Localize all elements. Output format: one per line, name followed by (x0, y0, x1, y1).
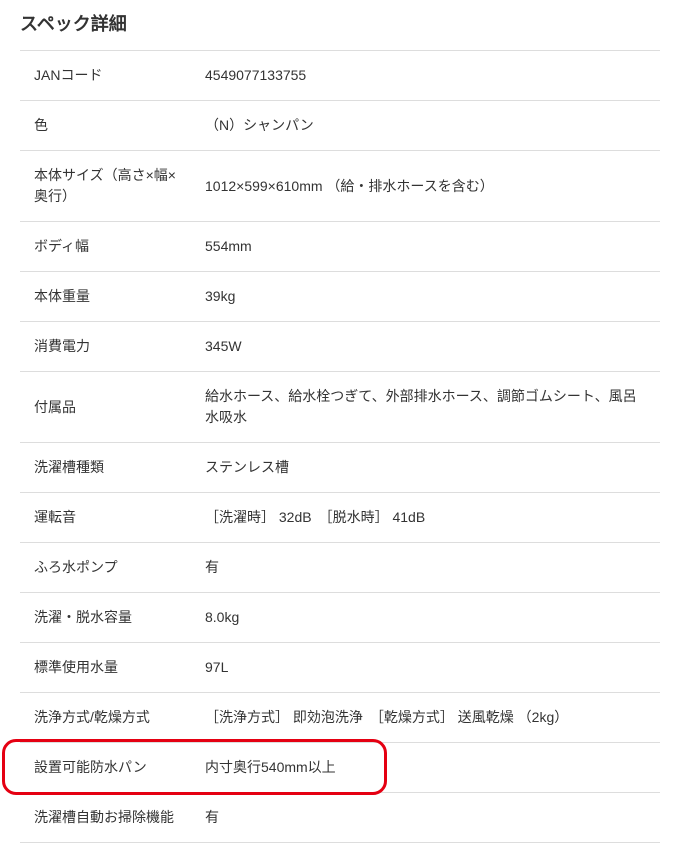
spec-label: 洗浄方式/乾燥方式 (20, 693, 195, 743)
spec-value: 有 (195, 543, 660, 593)
table-row: 洗濯槽自動お掃除機能有 (20, 793, 660, 843)
table-row: 消費電力345W (20, 322, 660, 372)
table-row: 運転音［洗濯時］ 32dB ［脱水時］ 41dB (20, 493, 660, 543)
spec-value: 給水ホース、給水栓つぎて、外部排水ホース、調節ゴムシート、風呂水吸水 (195, 372, 660, 443)
spec-value: 8.0kg (195, 593, 660, 643)
spec-label: 運転音 (20, 493, 195, 543)
spec-table: JANコード4549077133755色（N）シャンパン本体サイズ（高さ×幅×奥… (20, 50, 660, 843)
spec-value: 有 (195, 793, 660, 843)
table-row: 洗濯・脱水容量8.0kg (20, 593, 660, 643)
table-row: JANコード4549077133755 (20, 51, 660, 101)
spec-value: 554mm (195, 222, 660, 272)
spec-value: 39kg (195, 272, 660, 322)
spec-value: 4549077133755 (195, 51, 660, 101)
table-row: ボディ幅554mm (20, 222, 660, 272)
spec-label: ふろ水ポンプ (20, 543, 195, 593)
spec-value: ［洗濯時］ 32dB ［脱水時］ 41dB (195, 493, 660, 543)
spec-value: 内寸奥行540mm以上 (195, 743, 660, 793)
spec-label: 洗濯槽種類 (20, 443, 195, 493)
table-row: 洗浄方式/乾燥方式［洗浄方式］ 即効泡洗浄 ［乾燥方式］ 送風乾燥 （2kg） (20, 693, 660, 743)
spec-label: JANコード (20, 51, 195, 101)
spec-label: 本体重量 (20, 272, 195, 322)
spec-label: 洗濯・脱水容量 (20, 593, 195, 643)
spec-value: （N）シャンパン (195, 101, 660, 151)
spec-value: 1012×599×610mm （給・排水ホースを含む） (195, 151, 660, 222)
spec-label: ボディ幅 (20, 222, 195, 272)
spec-label: 付属品 (20, 372, 195, 443)
table-row: 洗濯槽種類ステンレス槽 (20, 443, 660, 493)
spec-value: ［洗浄方式］ 即効泡洗浄 ［乾燥方式］ 送風乾燥 （2kg） (195, 693, 660, 743)
table-row: 色（N）シャンパン (20, 101, 660, 151)
table-row: 設置可能防水パン内寸奥行540mm以上 (20, 743, 660, 793)
spec-label: 設置可能防水パン (20, 743, 195, 793)
spec-container: スペック詳細 JANコード4549077133755色（N）シャンパン本体サイズ… (0, 0, 680, 843)
table-row: 本体重量39kg (20, 272, 660, 322)
spec-value: 345W (195, 322, 660, 372)
table-row: 本体サイズ（高さ×幅×奥行）1012×599×610mm （給・排水ホースを含む… (20, 151, 660, 222)
spec-label: 消費電力 (20, 322, 195, 372)
spec-value: 97L (195, 643, 660, 693)
section-title: スペック詳細 (20, 0, 660, 50)
table-row: ふろ水ポンプ有 (20, 543, 660, 593)
spec-label: 洗濯槽自動お掃除機能 (20, 793, 195, 843)
table-row: 付属品給水ホース、給水栓つぎて、外部排水ホース、調節ゴムシート、風呂水吸水 (20, 372, 660, 443)
spec-value: ステンレス槽 (195, 443, 660, 493)
table-row: 標準使用水量97L (20, 643, 660, 693)
spec-label: 標準使用水量 (20, 643, 195, 693)
spec-label: 本体サイズ（高さ×幅×奥行） (20, 151, 195, 222)
spec-label: 色 (20, 101, 195, 151)
